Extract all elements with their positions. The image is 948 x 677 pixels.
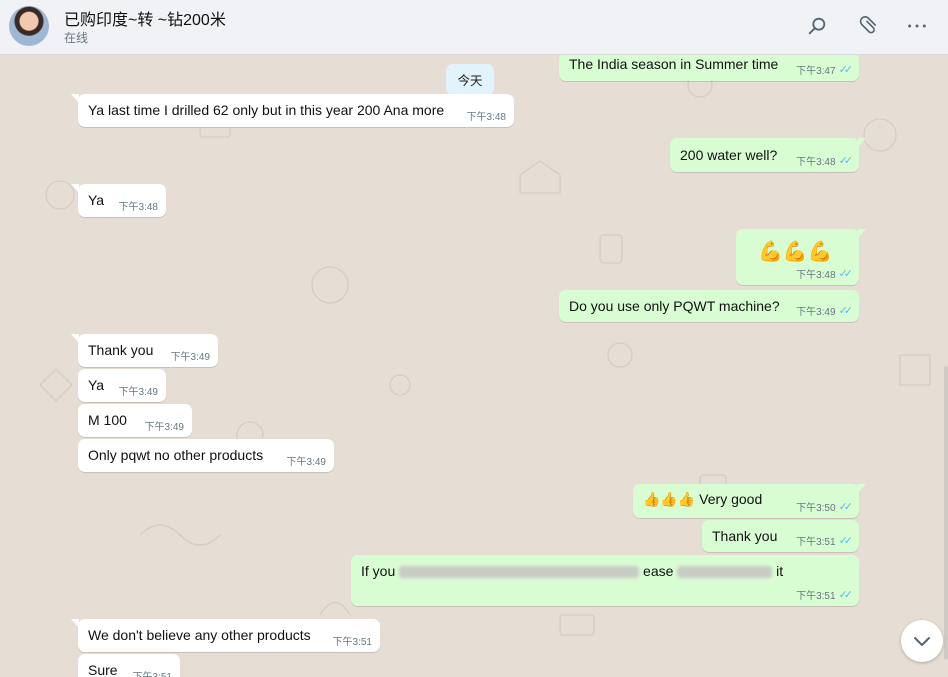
message-text: Ya — [88, 377, 105, 393]
redacted-block — [399, 566, 640, 579]
message-incoming[interactable]: Sure 下午3:51 — [78, 654, 180, 677]
message-text: 200 water well? — [680, 147, 778, 163]
chat-scrollbar[interactable] — [944, 366, 948, 660]
message-text: Ya — [88, 192, 105, 208]
search-icon[interactable] — [806, 15, 828, 37]
message-time: 下午3:51 — [133, 668, 172, 677]
message-time: 下午3:51 — [796, 537, 836, 548]
message-text: Do you use only PQWT machine? — [569, 298, 780, 314]
message-text-part: ease — [643, 563, 674, 579]
message-time: 下午3:49 — [286, 457, 326, 468]
message-emoji: 💪💪💪 — [758, 241, 833, 263]
message-incoming[interactable]: Thank you 下午3:49 — [71, 334, 218, 367]
message-outgoing[interactable]: If you ease it 下午3:51 ✓✓ — [351, 555, 859, 606]
message-time: 下午3:49 — [118, 387, 158, 398]
more-icon[interactable] — [906, 15, 928, 37]
scroll-to-bottom-button[interactable] — [901, 620, 943, 662]
message-text: Only pqwt no other products — [88, 447, 264, 463]
read-ticks-icon: ✓✓ — [838, 305, 854, 317]
message-time: 下午3:51 — [332, 637, 372, 648]
message-outgoing[interactable]: Thank you 下午3:51 ✓✓ — [702, 520, 859, 552]
message-outgoing[interactable]: The India season in Summer time 下午3:47 ✓✓ — [559, 55, 859, 81]
attach-icon[interactable] — [856, 15, 878, 37]
chat-area[interactable]: 今天 The India season in Summer time 下午3:4… — [0, 55, 948, 677]
message-outgoing[interactable]: 💪💪💪 下午3:48 ✓✓ — [736, 229, 866, 285]
message-incoming[interactable]: Ya last time I drilled 62 only but in th… — [71, 94, 514, 127]
message-time: 下午3:49 — [170, 352, 210, 363]
read-ticks-icon: ✓✓ — [838, 64, 854, 76]
message-text: 👍👍👍 Very good — [643, 491, 763, 507]
message-time: 下午3:51 — [796, 591, 836, 602]
contact-name[interactable]: 已购印度~转 ~钻200米 — [64, 6, 226, 30]
message-text-part: If you — [361, 563, 396, 579]
message-time: 下午3:48 — [796, 157, 836, 168]
contact-status: 在线 — [64, 31, 89, 45]
message-time: 下午3:48 — [118, 202, 158, 213]
message-incoming[interactable]: Ya 下午3:49 — [78, 369, 166, 402]
message-time: 下午3:49 — [144, 422, 184, 433]
message-text: Sure — [88, 662, 118, 677]
contact-avatar[interactable] — [9, 6, 49, 46]
date-chip: 今天 — [446, 64, 494, 95]
message-incoming[interactable]: M 100 下午3:49 — [78, 404, 192, 437]
message-text: M 100 — [88, 412, 127, 428]
message-incoming[interactable]: Ya 下午3:48 — [71, 184, 166, 217]
message-time: 下午3:50 — [796, 503, 836, 514]
read-ticks-icon: ✓✓ — [838, 589, 854, 601]
message-text: We don't believe any other products — [88, 627, 311, 643]
read-ticks-icon: ✓✓ — [838, 268, 854, 280]
message-time: 下午3:49 — [796, 307, 836, 318]
chat-header: 已购印度~转 ~钻200米 在线 — [0, 0, 948, 55]
message-text: Thank you — [712, 528, 778, 544]
message-outgoing[interactable]: 200 water well? 下午3:48 ✓✓ — [670, 138, 866, 172]
message-outgoing[interactable]: Do you use only PQWT machine? 下午3:49 ✓✓ — [559, 290, 859, 322]
chevron-down-icon — [914, 637, 930, 646]
message-text: The India season in Summer time — [569, 56, 779, 72]
message-time: 下午3:47 — [796, 66, 836, 77]
read-ticks-icon: ✓✓ — [838, 155, 854, 167]
message-incoming[interactable]: We don't believe any other products 下午3:… — [71, 619, 380, 652]
message-text-part: it — [776, 563, 784, 579]
message-incoming[interactable]: Only pqwt no other products 下午3:49 — [78, 439, 334, 472]
read-ticks-icon: ✓✓ — [838, 535, 854, 547]
read-ticks-icon: ✓✓ — [838, 501, 854, 513]
message-time: 下午3:48 — [796, 270, 836, 281]
message-text: Thank you — [88, 342, 154, 358]
redacted-block — [677, 566, 773, 579]
message-text: Ya last time I drilled 62 only but in th… — [88, 102, 445, 118]
message-outgoing[interactable]: 👍👍👍 Very good 下午3:50 ✓✓ — [633, 484, 866, 518]
message-time: 下午3:48 — [466, 112, 506, 123]
